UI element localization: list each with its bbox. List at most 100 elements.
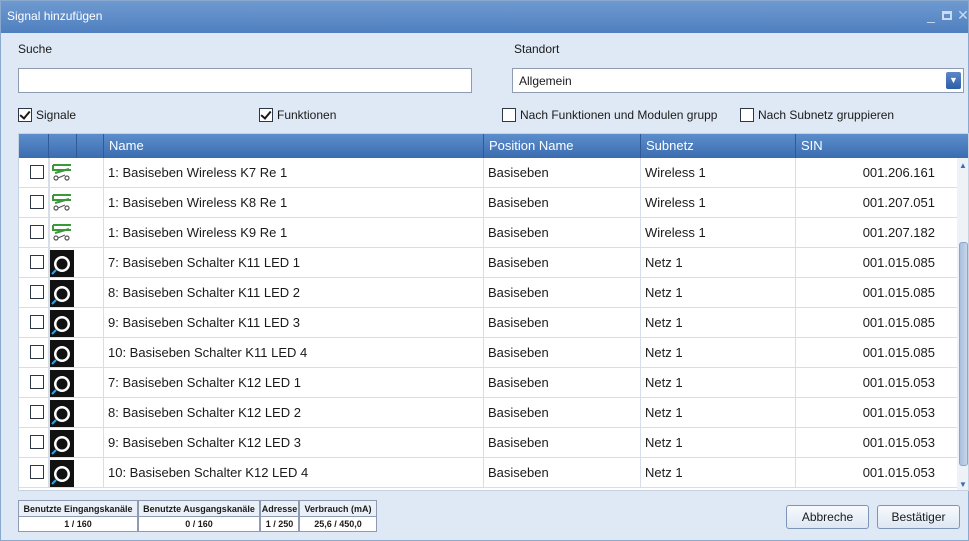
row-position: Basiseben [484,428,641,458]
grid-header: Name Position Name Subnetz SIN [19,134,968,158]
row-position: Basiseben [484,218,641,248]
switch-led-icon [50,460,74,487]
stat-value: 25,6 / 450,0 [300,517,376,531]
maximize-icon[interactable] [939,7,955,23]
row-name: 9: Basiseben Schalter K12 LED 3 [104,428,484,458]
stat-address: Adresse 1 / 250 [260,500,299,532]
row-checkbox[interactable] [30,195,44,209]
row-subnet: Netz 1 [641,278,796,308]
switch-led-icon [50,370,74,397]
group-subnet-checkbox[interactable] [740,108,754,122]
row-position: Basiseben [484,278,641,308]
row-checkbox[interactable] [30,435,44,449]
row-checkbox[interactable] [30,375,44,389]
stat-label: Benutzte Eingangskanäle [19,501,137,517]
row-checkbox[interactable] [30,225,44,239]
location-select[interactable]: Allgemein ▼ [512,68,964,93]
row-checkbox[interactable] [30,465,44,479]
table-row[interactable]: 1: Basiseben Wireless K9 Re 1 Basiseben Wi… [19,218,957,248]
row-subnet: Netz 1 [641,368,796,398]
stat-label: Verbrauch (mA) [300,501,376,517]
row-sin: 001.015.085 [862,315,935,330]
stat-value: 1 / 250 [261,517,298,531]
table-row[interactable]: 1: Basiseben Wireless K8 Re 1 Basiseben Wi… [19,188,957,218]
table-row[interactable]: 9: Basiseben Schalter K12 LED 3 Basiseben… [19,428,957,458]
chevron-down-icon[interactable]: ▼ [946,72,961,89]
row-sin: 001.207.182 [862,225,935,240]
functions-checkbox-label: Funktionen [277,108,337,122]
stat-label: Benutzte Ausgangskanäle [139,501,259,517]
stat-value: 1 / 160 [19,517,137,531]
signals-checkbox[interactable] [18,108,32,122]
vertical-scrollbar[interactable]: ▲ ▼ [957,158,968,490]
title-bar[interactable]: Signal hinzufügen _ ✕ [1,1,969,33]
row-sin: 001.015.053 [862,405,935,420]
table-row[interactable]: 9: Basiseben Schalter K11 LED 3 Basiseben… [19,308,957,338]
row-position: Basiseben [484,188,641,218]
switch-led-icon [50,280,74,307]
status-footer: Benutzte Eingangskanäle 1 / 160 Benutzte… [1,491,968,540]
row-position: Basiseben [484,398,641,428]
table-row[interactable]: 7: Basiseben Schalter K11 LED 1 Basiseben… [19,248,957,278]
row-checkbox[interactable] [30,255,44,269]
header-icon-column[interactable] [49,134,77,158]
group-functions-checkbox[interactable] [502,108,516,122]
location-value: Allgemein [519,74,572,88]
wireless-relay-icon [51,191,73,213]
search-input[interactable] [18,68,472,93]
confirm-button[interactable]: Bestätiger [877,505,960,529]
stat-value: 0 / 160 [139,517,259,531]
row-subnet: Wireless 1 [641,218,796,248]
scroll-down-icon[interactable]: ▼ [959,480,967,489]
row-position: Basiseben [484,158,641,188]
row-checkbox[interactable] [30,285,44,299]
cancel-button[interactable]: Abbreche [786,505,869,529]
column-header-sin[interactable]: SIN [796,134,968,158]
table-row[interactable]: 10: Basiseben Schalter K12 LED 4 Basisebe… [19,458,957,488]
row-subnet: Netz 1 [641,398,796,428]
row-checkbox[interactable] [30,405,44,419]
search-label: Suche [18,42,53,56]
row-subnet: Netz 1 [641,458,796,488]
row-name: 1: Basiseben Wireless K7 Re 1 [104,158,484,188]
switch-led-icon [50,400,74,427]
row-checkbox[interactable] [30,315,44,329]
column-header-position[interactable]: Position Name [484,134,641,158]
stat-output-channels: Benutzte Ausgangskanäle 0 / 160 [138,500,260,532]
row-name: 8: Basiseben Schalter K12 LED 2 [104,398,484,428]
signals-checkbox-label: Signale [36,108,77,122]
minimize-icon[interactable]: _ [923,7,939,23]
column-header-name[interactable]: Name [104,134,484,158]
switch-led-icon [50,250,74,277]
functions-checkbox[interactable] [259,108,273,122]
row-position: Basiseben [484,338,641,368]
row-checkbox[interactable] [30,165,44,179]
row-sin: 001.015.085 [862,255,935,270]
scroll-up-icon[interactable]: ▲ [959,161,967,170]
switch-led-icon [50,340,74,367]
row-checkbox[interactable] [30,345,44,359]
close-icon[interactable]: ✕ [955,7,969,23]
window-title: Signal hinzufügen [7,9,103,23]
row-subnet: Wireless 1 [641,188,796,218]
scrollbar-thumb[interactable] [959,242,968,466]
row-sin: 001.015.085 [862,285,935,300]
wireless-relay-icon [51,221,73,243]
header-select-column[interactable] [19,134,49,158]
table-row[interactable]: 8: Basiseben Schalter K11 LED 2 Basiseben… [19,278,957,308]
row-subnet: Wireless 1 [641,158,796,188]
row-subnet: Netz 1 [641,248,796,278]
table-row[interactable]: 10: Basiseben Schalter K11 LED 4 Basisebe… [19,338,957,368]
table-row[interactable]: 7: Basiseben Schalter K12 LED 1 Basiseben… [19,368,957,398]
row-sin: 001.206.161 [862,165,935,180]
table-row[interactable]: 8: Basiseben Schalter K12 LED 2 Basiseben… [19,398,957,428]
column-header-subnet[interactable]: Subnetz [641,134,796,158]
table-row[interactable]: 1: Basiseben Wireless K7 Re 1 Basiseben Wi… [19,158,957,188]
stat-label: Adresse [261,501,298,517]
switch-led-icon [50,310,74,337]
wireless-relay-icon [51,161,73,183]
row-subnet: Netz 1 [641,428,796,458]
signal-grid: Name Position Name Subnetz SIN 1: Basise… [18,133,969,491]
stat-consumption: Verbrauch (mA) 25,6 / 450,0 [299,500,377,532]
location-label: Standort [514,42,560,56]
